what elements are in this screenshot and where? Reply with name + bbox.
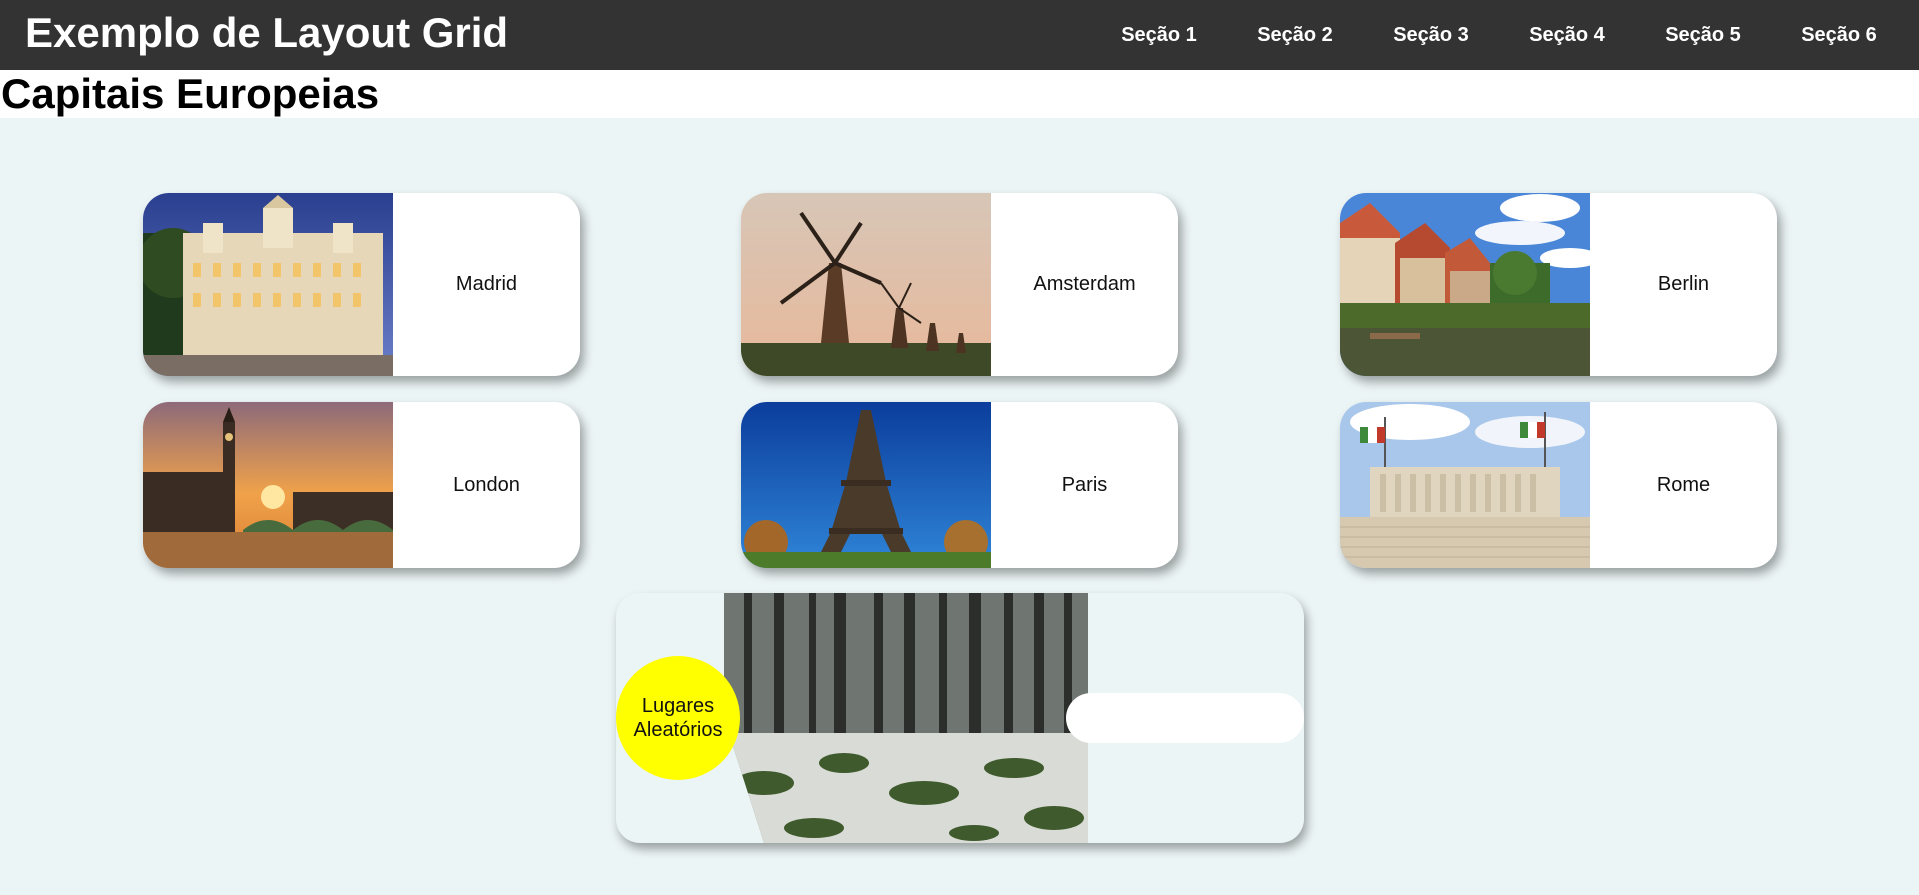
random-places-bar [1066,693,1304,743]
city-label-paris: Paris [1061,473,1108,496]
random-places-label-line2: Aleatórios [633,719,723,741]
city-label-madrid: Madrid [455,273,518,295]
city-card-paris[interactable]: Paris [741,402,1178,568]
paris-eiffel-tower-photo [741,402,991,568]
nav-item-secao-5[interactable]: Seção 5 [1635,23,1771,47]
madrid-palace-photo [143,193,393,376]
rome-vittoriano-photo [1340,402,1590,568]
nav-item-secao-2[interactable]: Seção 2 [1227,23,1363,47]
page-title: Capitais Europeias [1,70,1919,118]
berlin-riverside-houses-photo [1340,193,1590,376]
city-label-berlin: Berlin [1657,273,1710,295]
amsterdam-windmills-photo [741,193,991,376]
city-label-london: London [453,473,520,496]
london-big-ben-photo [143,402,393,568]
nav-item-secao-6[interactable]: Seção 6 [1771,23,1907,47]
city-label-amsterdam: Amsterdam [1033,273,1136,295]
city-card-amsterdam[interactable]: Amsterdam [741,193,1178,376]
forest-snow-photo [724,593,1088,843]
site-title: Exemplo de Layout Grid [25,9,509,56]
random-places-badge: Lugares Aleatórios [616,656,740,780]
nav-item-secao-4[interactable]: Seção 4 [1499,23,1635,47]
random-places-card[interactable]: Lugares Aleatórios [616,593,1304,843]
main-nav: Seção 1 Seção 2 Seção 3 Seção 4 Seção 5 … [1091,0,1919,70]
city-label-rome: Rome [1656,473,1711,496]
nav-item-secao-1[interactable]: Seção 1 [1091,23,1227,47]
top-header: Exemplo de Layout Grid Seção 1 Seção 2 S… [0,0,1919,70]
random-places-label-line1: Lugares [641,695,715,717]
city-card-london[interactable]: London [143,402,580,568]
city-card-berlin[interactable]: Berlin [1340,193,1777,376]
nav-item-secao-3[interactable]: Seção 3 [1363,23,1499,47]
city-card-madrid[interactable]: Madrid [143,193,580,376]
city-card-rome[interactable]: Rome [1340,402,1777,568]
